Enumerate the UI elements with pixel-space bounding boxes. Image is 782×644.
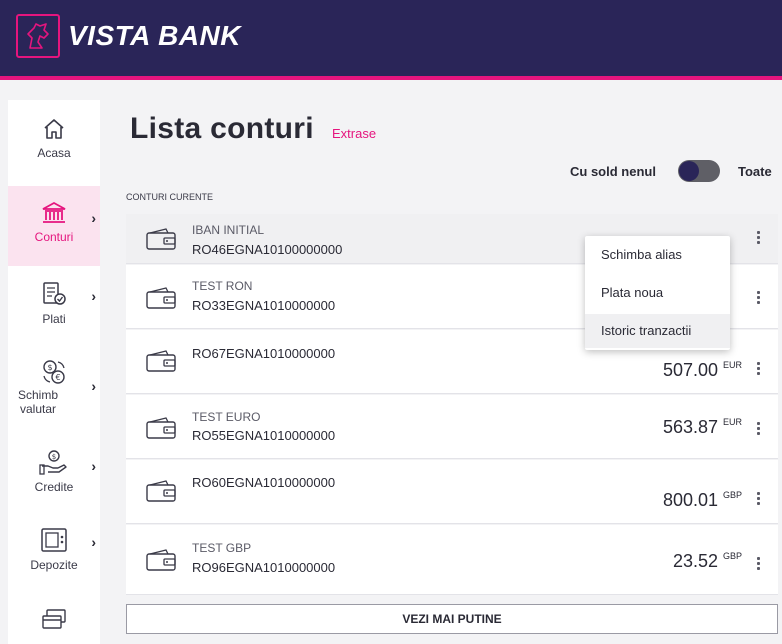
- chevron-right-icon: ›: [91, 458, 96, 474]
- more-options-icon[interactable]: [752, 422, 764, 438]
- account-row[interactable]: RO60EGNA1010000000 800.01 GBP: [126, 460, 778, 524]
- chevron-right-icon: ›: [91, 378, 96, 394]
- sidebar-item-label: Acasa: [37, 146, 71, 160]
- account-iban: RO96EGNA1010000000: [192, 560, 336, 575]
- logo[interactable]: VISTA BANK: [16, 14, 241, 58]
- wallet-icon: [146, 350, 176, 372]
- account-currency: GBP: [722, 490, 742, 500]
- wallet-icon: [146, 417, 176, 439]
- account-alias: TEST GBP: [192, 541, 252, 555]
- account-currency: EUR: [722, 417, 742, 427]
- home-icon: [44, 119, 64, 139]
- more-options-icon[interactable]: [752, 362, 764, 378]
- sidebar-item-acasa[interactable]: Acasa: [8, 110, 100, 172]
- account-row[interactable]: TEST GBP RO96EGNA1010000000 23.52 GBP: [126, 525, 778, 595]
- more-options-icon[interactable]: [752, 231, 764, 247]
- more-options-icon[interactable]: [752, 291, 764, 307]
- account-iban: RO60EGNA1010000000: [192, 475, 336, 490]
- sidebar-item-depozite[interactable]: › Depozite: [8, 526, 100, 590]
- more-options-icon[interactable]: [752, 492, 764, 508]
- account-currency: GBP: [722, 551, 742, 561]
- sidebar-item-label: Schimb valutar: [17, 388, 58, 416]
- brand-name: VISTA BANK: [68, 20, 241, 51]
- extrase-link[interactable]: Extrase: [332, 126, 376, 141]
- account-alias: TEST EURO: [192, 410, 261, 424]
- menu-item-transaction-history[interactable]: Istoric tranzactii: [585, 314, 730, 348]
- sidebar-item-label: Conturi: [34, 230, 74, 244]
- wallet-icon: [146, 480, 176, 502]
- show-less-button[interactable]: VEZI MAI PUTINE: [126, 604, 778, 634]
- account-alias: TEST RON: [192, 279, 253, 293]
- toggle-all-label: Toate: [738, 164, 772, 179]
- sidebar-item-label: Plati: [42, 312, 66, 326]
- sidebar-item-cards[interactable]: [8, 608, 100, 644]
- payments-icon: [43, 282, 66, 305]
- account-balance: 800.01: [662, 490, 718, 510]
- sidebar-item-label: Credite: [34, 480, 74, 494]
- top-bar: VISTA BANK: [0, 0, 782, 80]
- account-row[interactable]: TEST EURO RO55EGNA1010000000 563.87 EUR: [126, 395, 778, 459]
- menu-item-new-payment[interactable]: Plata noua: [585, 276, 730, 310]
- toggle-label: Cu sold nenul: [570, 164, 656, 179]
- main-content: Lista conturi Extrase Cu sold nenul Toat…: [100, 100, 782, 644]
- credit-icon: $: [39, 450, 67, 475]
- svg-text:$: $: [47, 363, 52, 372]
- account-iban: RO67EGNA1010000000: [192, 346, 336, 361]
- cards-icon: [42, 609, 66, 629]
- account-iban: RO55EGNA1010000000: [192, 428, 336, 443]
- sidebar-item-credite[interactable]: $ › Credite: [8, 448, 100, 508]
- bank-icon: [42, 201, 66, 223]
- sidebar-item-label: Depozite: [30, 558, 78, 572]
- account-balance: 563.87: [662, 417, 718, 437]
- sidebar-item-schimb-valutar[interactable]: $ € › Schimb valutar: [8, 358, 100, 432]
- wallet-icon: [146, 287, 176, 309]
- page-title: Lista conturi: [130, 112, 314, 145]
- account-iban: RO33EGNA1010000000: [192, 298, 336, 313]
- section-label: CONTURI CURENTE: [126, 192, 213, 202]
- deposit-icon: [41, 528, 67, 552]
- chevron-right-icon: ›: [91, 210, 96, 226]
- account-balance: 23.52: [672, 551, 718, 571]
- svg-text:€: €: [55, 373, 60, 382]
- nonzero-balance-toggle[interactable]: [678, 160, 720, 182]
- sidebar: Acasa › Conturi › Plati $ € › Schimb val…: [8, 100, 100, 644]
- more-options-icon[interactable]: [752, 557, 764, 573]
- wallet-icon: [146, 549, 176, 571]
- currency-exchange-icon: $ €: [43, 360, 65, 384]
- wallet-icon: [146, 228, 176, 250]
- sidebar-item-conturi[interactable]: › Conturi: [8, 186, 100, 266]
- chevron-right-icon: ›: [91, 534, 96, 550]
- menu-item-change-alias[interactable]: Schimba alias: [585, 238, 730, 272]
- account-alias: IBAN INITIAL: [192, 223, 265, 237]
- account-currency: EUR: [722, 360, 742, 370]
- sidebar-item-plati[interactable]: › Plati: [8, 280, 100, 340]
- account-iban: RO46EGNA10100000000: [192, 242, 343, 257]
- horse-logo-icon: [16, 14, 60, 58]
- account-balance: 507.00: [662, 360, 718, 380]
- toggle-knob: [679, 161, 699, 181]
- svg-text:$: $: [52, 453, 56, 461]
- account-context-menu: Schimba alias Plata noua Istoric tranzac…: [585, 236, 730, 350]
- chevron-right-icon: ›: [91, 288, 96, 304]
